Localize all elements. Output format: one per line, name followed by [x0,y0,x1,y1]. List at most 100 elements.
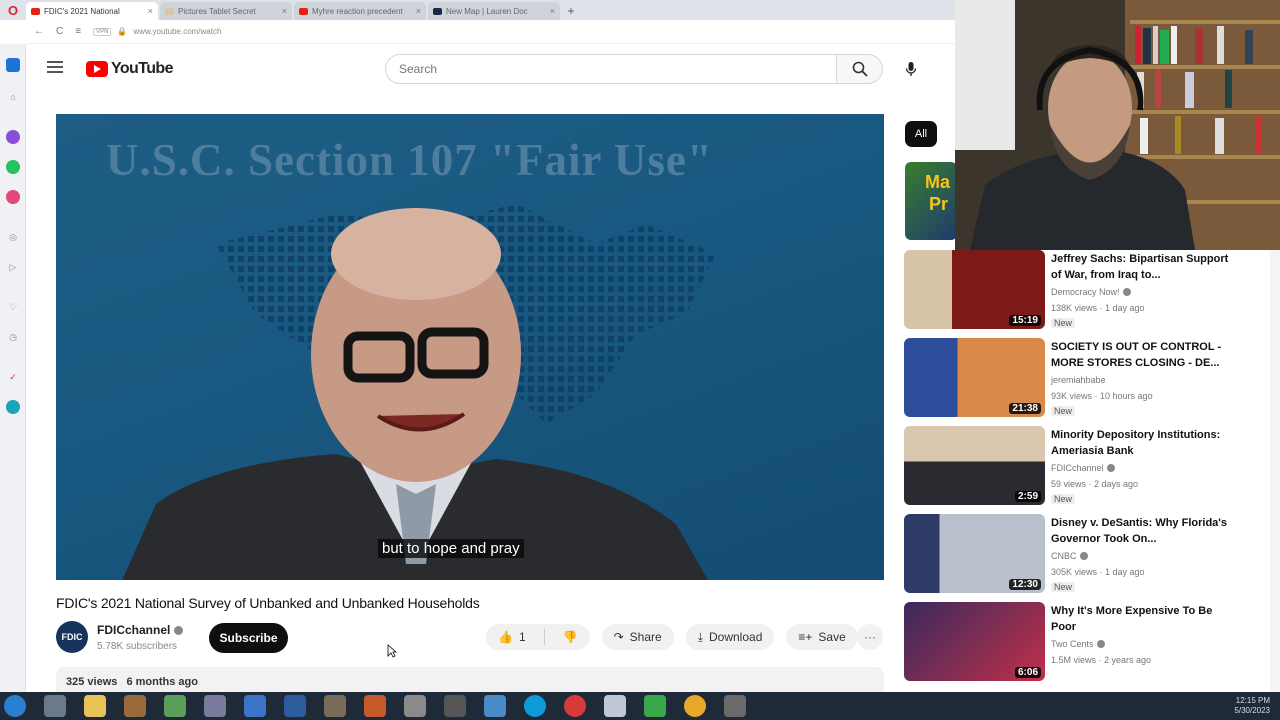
clock-time: 12:15 PM [1235,696,1270,705]
start-button-icon[interactable] [4,695,26,717]
whatsapp-icon[interactable] [6,160,20,174]
recommendation-channel[interactable]: Democracy Now! [1051,287,1131,297]
home-icon[interactable]: ⌂ [6,90,20,104]
recommendation-title[interactable]: SOCIETY IS OUT OF CONTROL - MORE STORES … [1051,339,1231,371]
app-icon[interactable] [284,695,306,717]
search-input[interactable] [385,54,837,84]
browser-tab-myhre[interactable]: Myhre reaction precedent × [294,2,426,20]
recommendation-title[interactable]: Minority Depository Institutions: Ameria… [1051,427,1231,459]
browser-tab-pictures[interactable]: Pictures Tablet Secret × [160,2,292,20]
skype-icon[interactable] [524,695,546,717]
url-text: www.youtube.com/watch [133,27,222,36]
recommendation-item[interactable]: 21:38 SOCIETY IS OUT OF CONTROL - MORE S… [904,338,1234,422]
recommendation-item[interactable]: 12:30 Disney v. DeSantis: Why Florida's … [904,514,1234,598]
app-icon[interactable] [724,695,746,717]
clock-date: 5/30/2023 [1234,706,1270,715]
close-tab-icon[interactable]: × [416,6,421,16]
recommendation-item[interactable]: 2:59 Minority Depository Institutions: A… [904,426,1234,510]
clock-icon[interactable]: ◷ [6,330,20,344]
app-icon[interactable] [484,695,506,717]
channel-label: Democracy Now! [1051,287,1120,297]
video-thumbnail[interactable]: 15:19 [904,250,1045,329]
player-icon[interactable]: ▷ [6,260,20,274]
filter-chip-all[interactable]: All [905,121,937,147]
channel-label: jeremiahbabe [1051,375,1106,385]
tab-list-icon[interactable]: ≡ [75,26,81,37]
share-label: Share [629,630,662,644]
video-title: FDIC's 2021 National Survey of Unbanked … [56,595,480,611]
file-explorer-icon[interactable] [84,695,106,717]
app-icon[interactable] [644,695,666,717]
app-icon[interactable] [444,695,466,717]
browser-tab-newmap[interactable]: New Map | Lauren Doc × [428,2,560,20]
tab-label: FDIC's 2021 National [44,6,120,16]
dislike-button[interactable]: 👎 [551,624,590,650]
new-tab-button[interactable]: + [562,2,580,20]
app-icon[interactable] [364,695,386,717]
opera-icon[interactable] [564,695,586,717]
channel-name[interactable]: FDICchannel [97,623,184,637]
microphone-button[interactable] [901,59,921,79]
opera-logo-icon[interactable]: O [0,0,26,20]
recommendation-title[interactable]: Disney v. DeSantis: Why Florida's Govern… [1051,515,1231,547]
video-thumbnail[interactable]: 21:38 [904,338,1045,417]
video-thumbnail[interactable]: 12:30 [904,514,1045,593]
duration-badge: 12:30 [1009,579,1041,590]
browser-tab-fdic[interactable]: FDIC's 2021 National × [26,2,158,20]
close-tab-icon[interactable]: × [148,6,153,16]
notepad-icon[interactable] [604,695,626,717]
app-icon[interactable] [404,695,426,717]
related-video-thumbnail[interactable]: Ma Pr [905,162,957,240]
instagram-icon[interactable] [6,190,20,204]
like-button[interactable]: 👍 1 [486,624,538,650]
new-badge: New [1051,406,1076,416]
recommendation-channel[interactable]: FDICchannel [1051,463,1115,473]
menu-icon[interactable] [47,61,63,73]
verified-icon [1106,464,1115,472]
subscribe-button[interactable]: Subscribe [209,623,288,653]
save-button[interactable]: ≡+ Save [786,624,858,650]
history-icon[interactable]: ◎ [6,230,20,244]
share-button[interactable]: ↷ Share [601,624,674,650]
scrollbar[interactable] [1270,250,1280,692]
app-icon[interactable] [204,695,226,717]
url-field[interactable]: VPN 🔒 www.youtube.com/watch [93,27,221,36]
settings-icon[interactable] [6,400,20,414]
recommendation-title[interactable]: Jeffrey Sachs: Bipartisan Support of War… [1051,251,1231,283]
app-icon[interactable] [164,695,186,717]
app-icon[interactable] [324,695,346,717]
video-thumbnail[interactable]: 2:59 [904,426,1045,505]
recommendation-item[interactable]: 15:19 Jeffrey Sachs: Bipartisan Support … [904,250,1234,334]
recommendation-meta: 59 views · 2 days ago [1051,479,1139,489]
channel-avatar[interactable]: FDIC [56,621,88,653]
close-tab-icon[interactable]: × [282,6,287,16]
tab-label: New Map | Lauren Doc [446,6,528,16]
recommendation-channel[interactable]: jeremiahbabe [1051,375,1106,385]
back-button[interactable]: ← [34,26,44,37]
system-clock[interactable]: 12:15 PM 5/30/2023 [1234,696,1270,716]
more-actions-icon[interactable]: ··· [857,624,883,650]
chrome-icon[interactable] [684,695,706,717]
sidebar-app-icon[interactable] [6,58,20,72]
browser-icon[interactable] [244,695,266,717]
close-tab-icon[interactable]: × [550,6,555,16]
new-badge: New [1051,494,1076,504]
reload-button[interactable]: C [56,26,63,37]
heart-icon[interactable]: ♡ [6,300,20,314]
video-thumbnail[interactable]: 6:06 [904,602,1045,681]
verified-icon [1079,552,1088,560]
messenger-icon[interactable] [6,130,20,144]
youtube-logo[interactable]: YouTube [86,60,173,78]
download-button[interactable]: ⤓ Download [685,624,775,650]
recommendation-channel[interactable]: CNBC [1051,551,1088,561]
pin-icon[interactable]: ✓ [6,370,20,384]
description-box[interactable]: 325 views 6 months ago [56,667,884,693]
recommendation-item[interactable]: 6:06 Why It's More Expensive To Be Poor … [904,602,1234,686]
video-player[interactable]: U.S.C. Section 107 "Fair Use" but to hop… [56,114,884,580]
recommendation-channel[interactable]: Two Cents [1051,639,1105,649]
search-button[interactable] [837,54,883,84]
upload-age: 2 days ago [1094,479,1139,489]
recommendation-title[interactable]: Why It's More Expensive To Be Poor [1051,603,1231,635]
folder-icon[interactable] [124,695,146,717]
search-icon[interactable] [44,695,66,717]
